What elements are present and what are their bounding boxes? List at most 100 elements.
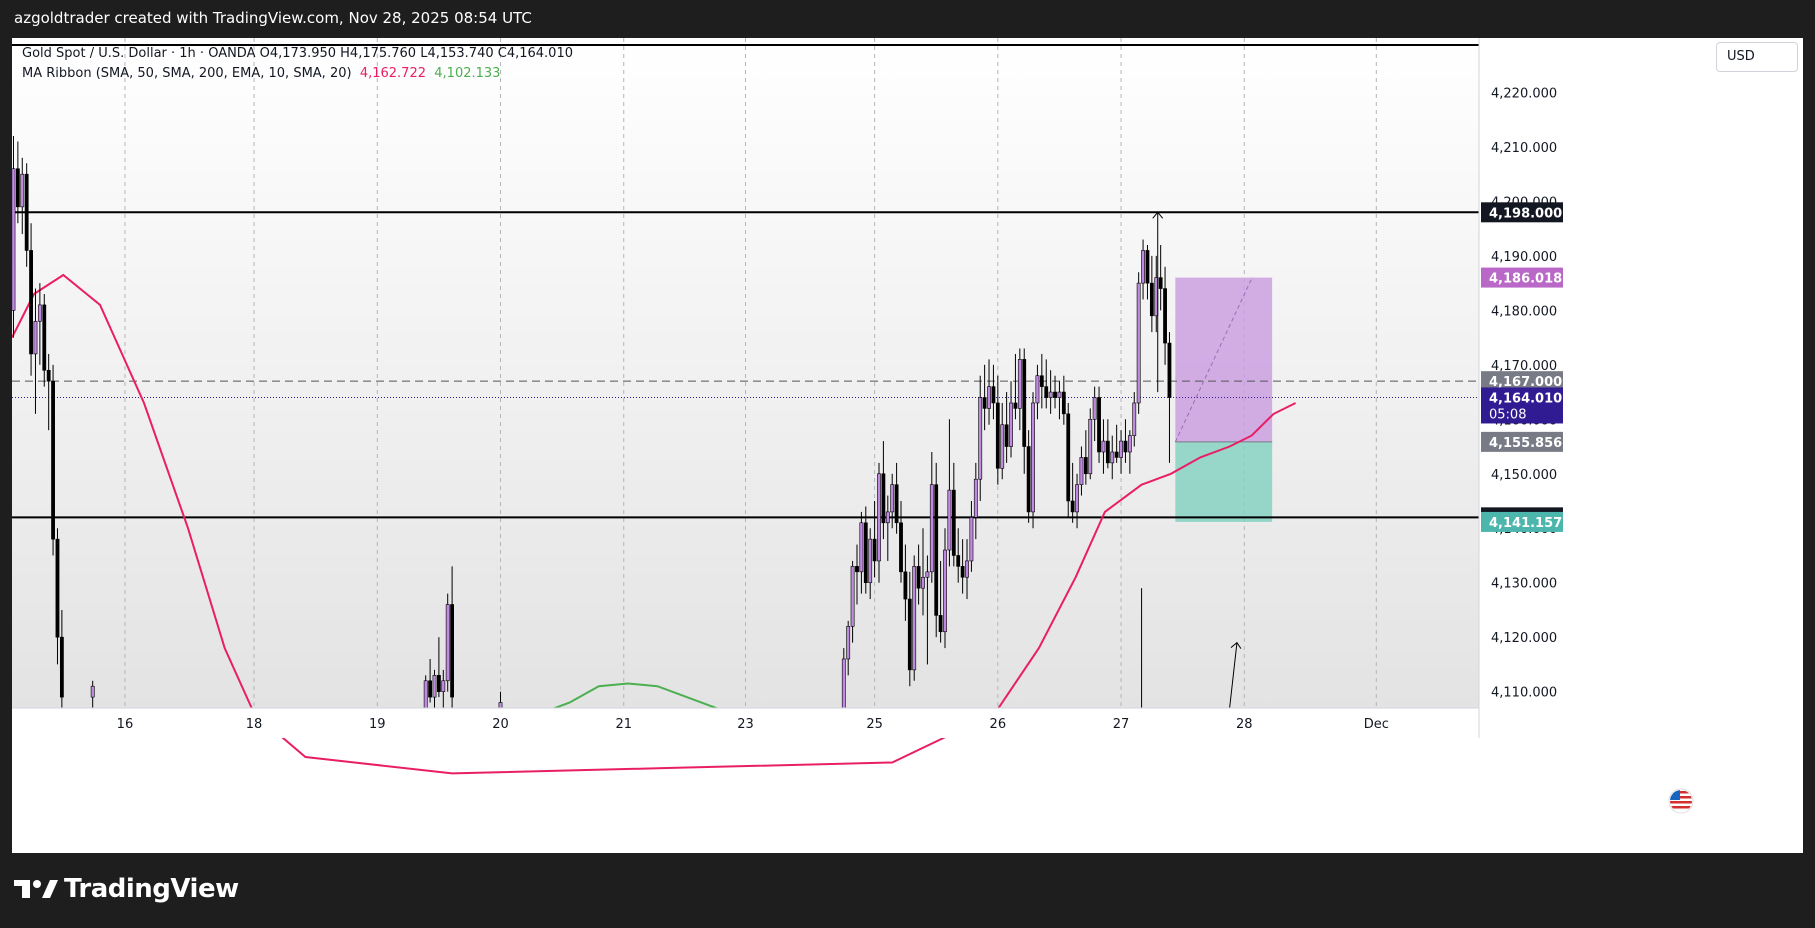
candle-body <box>1035 375 1040 404</box>
position-tool[interactable] <box>1174 277 1273 522</box>
us-flag-icon[interactable] <box>1668 788 1694 814</box>
candle-body <box>450 604 455 698</box>
candle-body <box>934 484 939 616</box>
caption-text: azgoldtrader created with TradingView.co… <box>14 9 532 27</box>
indicator-value-sma200: 4,102.133 <box>434 66 501 81</box>
candle-body <box>1123 440 1128 453</box>
footer-bar <box>0 853 1815 928</box>
candle-body <box>1149 282 1154 317</box>
candle-body <box>987 386 991 409</box>
x-tick-label: 26 <box>990 717 1007 732</box>
y-tick-label: 4,110.000 <box>1491 686 1557 701</box>
candle-body <box>1158 277 1163 289</box>
candle-body <box>1132 402 1137 436</box>
candle-body <box>899 522 903 573</box>
candle-body <box>1083 457 1088 475</box>
candle-body <box>925 571 930 578</box>
candle-body <box>863 522 868 584</box>
x-tick-label: 19 <box>369 717 386 732</box>
candle-body <box>1127 435 1132 453</box>
price-tag-text: 4,164.010 <box>1489 391 1562 406</box>
candle-body <box>973 478 978 518</box>
candle-body <box>1057 391 1062 398</box>
candle-body <box>1088 419 1093 475</box>
price-tag-text: 4,198.000 <box>1489 206 1562 221</box>
candle-body <box>982 397 987 409</box>
tradingview-logo[interactable]: TradingView <box>14 874 239 904</box>
x-tick-label: 27 <box>1113 717 1130 732</box>
candle-body <box>1017 359 1022 409</box>
caption-bar: azgoldtrader created with TradingView.co… <box>0 0 1815 38</box>
candle-body <box>1053 391 1057 398</box>
y-tick-label: 4,220.000 <box>1491 86 1557 101</box>
candle-body <box>1026 446 1031 513</box>
price-tag-text: 4,141.157 <box>1489 516 1562 531</box>
candle-body <box>1105 440 1110 464</box>
candle-body <box>37 304 42 322</box>
candle-body <box>498 702 503 709</box>
candle-body <box>1061 391 1066 415</box>
candle-body <box>42 304 47 371</box>
chart-legend: Gold Spot / U.S. Dollar · 1h · OANDA O4,… <box>22 44 573 84</box>
candle-body <box>1022 359 1027 447</box>
candle-body <box>841 658 846 709</box>
symbol-line: Gold Spot / U.S. Dollar · 1h · OANDA O4,… <box>22 46 573 61</box>
tradingview-logo-icon <box>14 880 58 898</box>
currency-button[interactable]: USD <box>1716 42 1798 72</box>
candle-body <box>881 473 886 524</box>
candle-body <box>1097 397 1101 453</box>
candle-body <box>868 538 873 584</box>
candle-body <box>1167 342 1172 398</box>
candle-body <box>59 636 64 698</box>
price-chart[interactable]: 4,110.0004,120.0004,130.0004,140.0004,15… <box>12 38 1803 853</box>
candle-body <box>436 675 441 692</box>
x-tick-label: 25 <box>866 717 883 732</box>
candle-body <box>912 566 917 671</box>
candle-body <box>978 397 983 480</box>
candle-body <box>1044 386 1049 398</box>
candle-body <box>991 386 996 404</box>
candle-body <box>1070 500 1075 513</box>
candle-body <box>46 369 51 382</box>
candle-body <box>445 604 450 682</box>
candle-body <box>1110 451 1115 464</box>
candle-body <box>1101 440 1106 453</box>
candle-body <box>1031 402 1035 513</box>
candle-body <box>846 625 851 660</box>
y-tick-label: 4,190.000 <box>1491 250 1557 265</box>
candle-body <box>1075 484 1079 513</box>
indicator-name: MA Ribbon (SMA, 50, SMA, 200, EMA, 10, S… <box>22 66 352 81</box>
candle-body <box>947 489 952 551</box>
x-tick-label: 21 <box>615 717 632 732</box>
candle-body <box>51 380 55 540</box>
x-tick-label: Dec <box>1364 717 1389 732</box>
candle-body <box>1114 451 1119 458</box>
candle-body <box>903 571 908 600</box>
y-tick-label: 4,210.000 <box>1491 141 1557 156</box>
candle-body <box>12 168 16 311</box>
brand-name: TradingView <box>64 874 239 904</box>
candle-body <box>15 168 20 208</box>
y-tick-label: 4,150.000 <box>1491 468 1557 483</box>
candle-body <box>929 484 934 573</box>
indicator-value-sma50: 4,162.722 <box>359 66 426 81</box>
target-zone <box>1175 277 1273 442</box>
price-tag-sub: 05:08 <box>1489 407 1526 422</box>
candle-body <box>1092 397 1097 420</box>
candle-body <box>1136 282 1141 404</box>
candle-body <box>850 566 855 627</box>
candle-body <box>885 511 890 524</box>
candle-body <box>1004 424 1009 447</box>
candle-body <box>960 566 965 578</box>
candle-body <box>432 675 437 698</box>
candle-body <box>907 598 912 671</box>
x-tick-label: 23 <box>737 717 754 732</box>
x-tick-label: 18 <box>246 717 263 732</box>
x-tick-label: 16 <box>117 717 134 732</box>
candle-body <box>1000 424 1005 469</box>
candle-body <box>916 566 921 589</box>
candle-body <box>956 555 961 567</box>
candle-body <box>55 538 60 638</box>
candle-body <box>428 680 432 698</box>
candle-body <box>1066 413 1071 502</box>
